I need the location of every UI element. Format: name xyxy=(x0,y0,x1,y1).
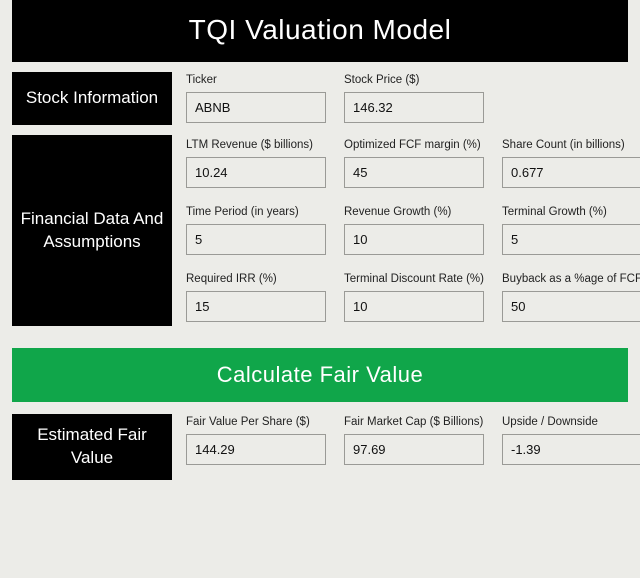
input-irr[interactable] xyxy=(186,291,326,322)
label-rev-growth: Revenue Growth (%) xyxy=(344,206,484,218)
field-ltm-revenue: LTM Revenue ($ billions) xyxy=(186,139,326,188)
section-heading-assumptions: Financial Data And Assumptions xyxy=(12,135,172,326)
output-fv-cap xyxy=(344,434,484,465)
label-ticker: Ticker xyxy=(186,74,326,86)
field-buyback: Buyback as a %age of FCF xyxy=(502,273,640,322)
input-buyback[interactable] xyxy=(502,291,640,322)
calculate-button[interactable]: Calculate Fair Value xyxy=(12,348,628,402)
input-terminal-growth[interactable] xyxy=(502,224,640,255)
label-fv-cap: Fair Market Cap ($ Billions) xyxy=(344,416,484,428)
label-upside: Upside / Downside xyxy=(502,416,640,428)
field-time-period: Time Period (in years) xyxy=(186,206,326,255)
output-fv-share xyxy=(186,434,326,465)
field-rev-growth: Revenue Growth (%) xyxy=(344,206,484,255)
label-buyback: Buyback as a %age of FCF xyxy=(502,273,640,285)
field-fv-cap: Fair Market Cap ($ Billions) xyxy=(344,416,484,465)
input-fcf-margin[interactable] xyxy=(344,157,484,188)
field-share-count: Share Count (in billions) xyxy=(502,139,640,188)
field-stock-price: Stock Price ($) xyxy=(344,74,484,123)
input-ticker[interactable] xyxy=(186,92,326,123)
field-ticker: Ticker xyxy=(186,74,326,123)
field-terminal-disc: Terminal Discount Rate (%) xyxy=(344,273,484,322)
label-fcf-margin: Optimized FCF margin (%) xyxy=(344,139,484,151)
section-heading-results: Estimated Fair Value xyxy=(12,414,172,480)
field-irr: Required IRR (%) xyxy=(186,273,326,322)
input-terminal-disc[interactable] xyxy=(344,291,484,322)
input-stock-price[interactable] xyxy=(344,92,484,123)
field-terminal-growth: Terminal Growth (%) xyxy=(502,206,640,255)
output-upside xyxy=(502,434,640,465)
page-title: TQI Valuation Model xyxy=(12,0,628,62)
field-fcf-margin: Optimized FCF margin (%) xyxy=(344,139,484,188)
input-share-count[interactable] xyxy=(502,157,640,188)
section-heading-stock: Stock Information xyxy=(12,72,172,125)
label-time-period: Time Period (in years) xyxy=(186,206,326,218)
field-fv-share: Fair Value Per Share ($) xyxy=(186,416,326,465)
input-ltm-revenue[interactable] xyxy=(186,157,326,188)
input-rev-growth[interactable] xyxy=(344,224,484,255)
label-fv-share: Fair Value Per Share ($) xyxy=(186,416,326,428)
section-stock-info: Stock Information Ticker Stock Price ($) xyxy=(12,72,628,125)
section-assumptions: Financial Data And Assumptions LTM Reven… xyxy=(12,135,628,326)
label-terminal-disc: Terminal Discount Rate (%) xyxy=(344,273,484,285)
section-results: Estimated Fair Value Fair Value Per Shar… xyxy=(12,414,628,480)
label-share-count: Share Count (in billions) xyxy=(502,139,640,151)
label-irr: Required IRR (%) xyxy=(186,273,326,285)
input-time-period[interactable] xyxy=(186,224,326,255)
field-upside: Upside / Downside xyxy=(502,416,640,465)
label-terminal-growth: Terminal Growth (%) xyxy=(502,206,640,218)
label-ltm-revenue: LTM Revenue ($ billions) xyxy=(186,139,326,151)
label-stock-price: Stock Price ($) xyxy=(344,74,484,86)
